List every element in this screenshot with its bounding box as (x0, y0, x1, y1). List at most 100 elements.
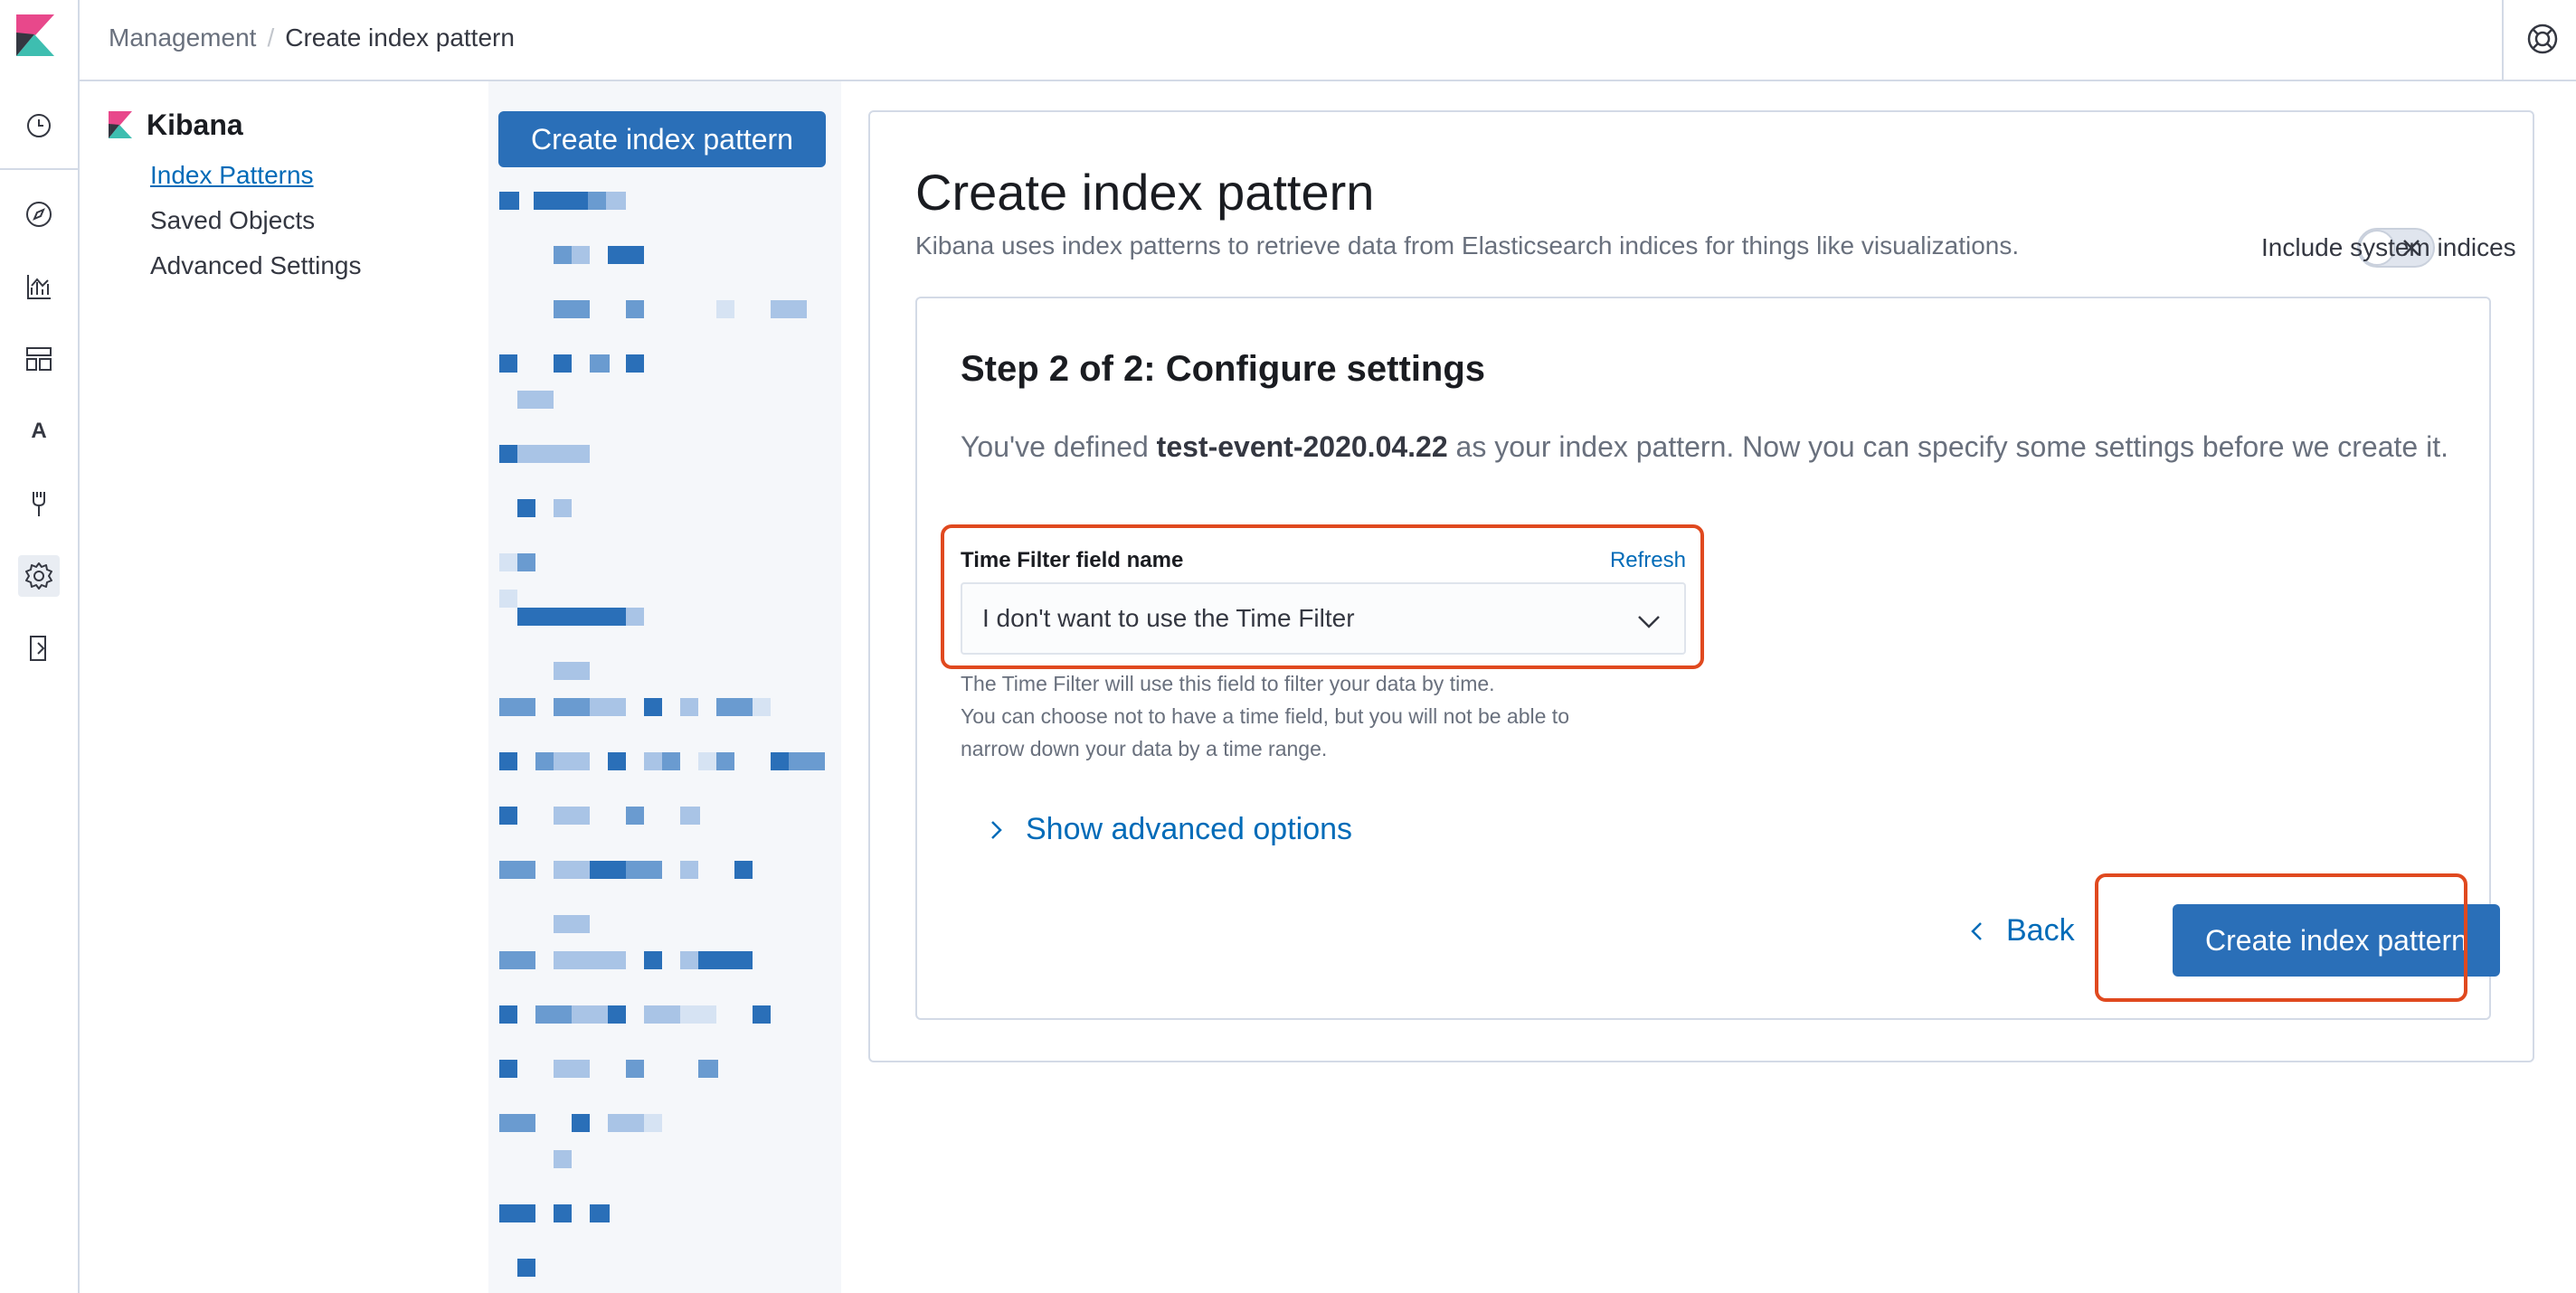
obscured-pixel-block (590, 354, 610, 373)
nav-rail: A (0, 0, 80, 1293)
show-advanced-options-toggle[interactable]: Show advanced options (961, 812, 1352, 847)
help-line: narrow down your data by a time range. (961, 737, 1328, 760)
sidebar-item-index-patterns[interactable]: Index Patterns (150, 153, 470, 198)
management-sidebar: Kibana Index Patterns Saved Objects Adva… (109, 109, 470, 288)
management-gear-icon[interactable] (18, 555, 60, 597)
sidebar-title: Kibana (109, 109, 470, 142)
obscured-pixel-block (554, 445, 590, 463)
index-pattern-list-panel (488, 81, 841, 1293)
obscured-pixel-block (499, 1114, 535, 1132)
obscured-pixel-block (644, 1114, 662, 1132)
obscured-pixel-block (554, 1060, 590, 1078)
obscured-pixel-block (572, 1005, 608, 1024)
help-lifebuoy-icon[interactable] (2525, 22, 2560, 56)
obscured-pixel-block (499, 861, 535, 879)
obscured-pixel-block (680, 861, 698, 879)
include-system-indices-label: Include system indices (2261, 233, 2516, 261)
obscured-pixel-block (608, 1005, 626, 1024)
obscured-pixel-block (499, 590, 517, 608)
step-desc-prefix: You've defined (961, 430, 1157, 463)
obscured-pixel-block (644, 951, 662, 969)
obscured-pixel-block (626, 608, 644, 626)
obscured-pixel-block (753, 698, 771, 716)
back-button-label: Back (2006, 913, 2075, 948)
obscured-pixel-block (626, 807, 644, 825)
logout-icon[interactable] (18, 628, 60, 669)
obscured-pixel-block (680, 951, 698, 969)
obscured-pixel-block (644, 698, 662, 716)
obscured-pixel-block (644, 1005, 680, 1024)
obscured-pixel-block (554, 698, 590, 716)
obscured-pixel-block (608, 246, 644, 264)
obscured-pixel-block (554, 499, 572, 517)
page-title: Create index pattern (915, 164, 1375, 221)
visualize-icon[interactable] (18, 266, 60, 307)
obscured-pixel-block (554, 354, 572, 373)
top-header: Management / Create index pattern (80, 0, 2576, 81)
obscured-pixel-block (499, 1060, 517, 1078)
breadcrumb-separator: / (267, 24, 275, 52)
obscured-pixel-block (499, 1005, 517, 1024)
page-subtitle: Kibana uses index patterns to retrieve d… (915, 231, 2020, 260)
obscured-pixel-block (499, 553, 517, 571)
obscured-pixel-block (499, 951, 535, 969)
obscured-pixel-block (517, 499, 535, 517)
apm-letter-icon[interactable]: A (18, 411, 60, 452)
obscured-pixel-block (499, 445, 517, 463)
obscured-pixel-block (499, 752, 517, 770)
obscured-pixel-block (517, 1259, 535, 1277)
obscured-pixel-block (554, 915, 590, 933)
obscured-pixel-block (626, 354, 644, 373)
step-desc-suffix: as your index pattern. Now you can speci… (1447, 430, 2448, 463)
obscured-pixel-block (626, 861, 662, 879)
obscured-pixel-block (734, 861, 753, 879)
obscured-pixel-block (517, 553, 535, 571)
obscured-pixel-block (698, 951, 753, 969)
back-button[interactable]: Back (1966, 913, 2075, 949)
annotation-highlight-time-filter (941, 524, 1704, 669)
discover-icon[interactable] (18, 193, 60, 235)
obscured-pixel-block (588, 192, 606, 210)
obscured-pixel-block (590, 951, 626, 969)
header-divider (2502, 0, 2504, 80)
sidebar-item-advanced-settings[interactable]: Advanced Settings (150, 243, 470, 288)
obscured-pixel-block (626, 300, 644, 318)
annotation-highlight-create-button (2095, 873, 2467, 1002)
obscured-pixel-block (517, 391, 554, 409)
obscured-pixel-block (534, 192, 588, 210)
obscured-pixel-block (626, 1060, 644, 1078)
sidebar-title-text: Kibana (147, 109, 243, 141)
obscured-pixel-block (716, 698, 753, 716)
obscured-pixel-block (698, 752, 716, 770)
obscured-pixel-block (499, 807, 517, 825)
chevron-left-icon (1971, 921, 1982, 940)
obscured-pixel-block (517, 608, 608, 626)
create-index-pattern-side-button[interactable]: Create index pattern (498, 111, 826, 167)
time-filter-help-text: The Time Filter will use this field to f… (961, 667, 1702, 765)
breadcrumb-management-link[interactable]: Management (109, 24, 256, 52)
chevron-right-icon (991, 820, 1002, 839)
obscured-pixel-block (590, 698, 626, 716)
obscured-pixel-block (517, 445, 554, 463)
obscured-pixel-block (554, 1150, 572, 1168)
show-advanced-options-label: Show advanced options (1026, 812, 1353, 846)
obscured-pixel-block (535, 752, 554, 770)
obscured-pixel-block (698, 1060, 718, 1078)
dashboard-icon[interactable] (18, 338, 60, 380)
obscured-pixel-block (499, 192, 519, 210)
obscured-pixel-block (608, 752, 626, 770)
obscured-pixel-block (608, 1114, 644, 1132)
dev-tools-icon[interactable] (18, 483, 60, 524)
help-line: The Time Filter will use this field to f… (961, 672, 1495, 695)
kibana-logo-icon[interactable] (16, 14, 54, 58)
obscured-pixel-block (572, 246, 590, 264)
sidebar-item-saved-objects[interactable]: Saved Objects (150, 198, 470, 243)
obscured-pixel-block (771, 752, 791, 770)
help-line: You can choose not to have a time field,… (961, 704, 1569, 728)
obscured-pixel-block (499, 354, 517, 373)
obscured-pixel-block (554, 861, 590, 879)
sidebar-list: Index Patterns Saved Objects Advanced Se… (109, 153, 470, 288)
obscured-pixel-block (554, 752, 590, 770)
obscured-pixel-block (753, 1005, 771, 1024)
recently-viewed-icon[interactable] (18, 105, 60, 146)
